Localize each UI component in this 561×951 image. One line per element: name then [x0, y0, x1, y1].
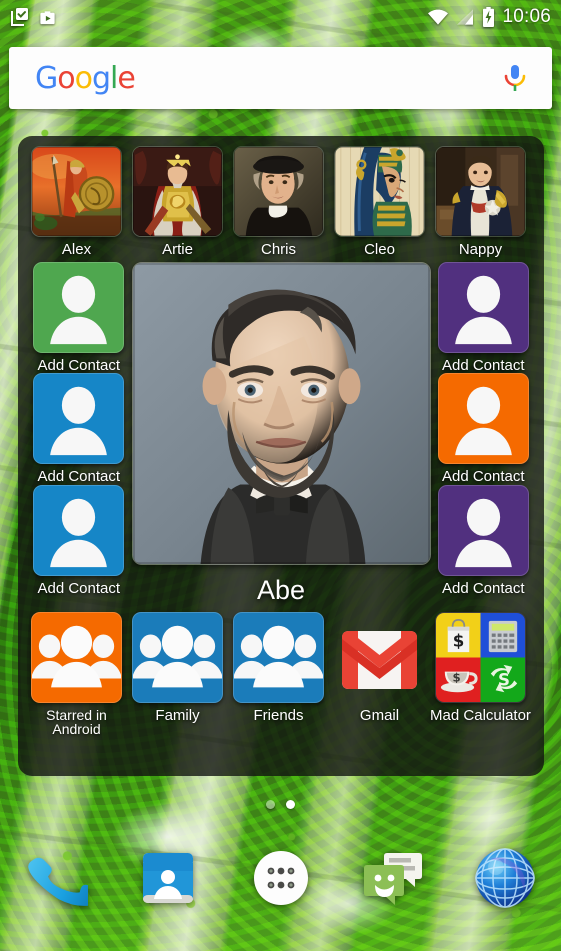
wifi-icon: [428, 9, 449, 25]
status-bar: 10:06: [0, 0, 561, 34]
phone-handset-icon[interactable]: [24, 846, 89, 910]
contact-shortcut-alex[interactable]: Alex: [26, 142, 127, 258]
globe-browser-icon[interactable]: [472, 845, 538, 911]
person-placeholder-icon[interactable]: [437, 373, 529, 465]
add-contact-tile-5[interactable]: Add Contact: [433, 373, 534, 485]
person-placeholder-icon[interactable]: [33, 373, 125, 465]
add-contact-tile-4[interactable]: Add Contact: [433, 261, 534, 374]
person-placeholder-icon[interactable]: [33, 484, 125, 576]
battery-charging-icon: [483, 7, 495, 27]
gmail-icon[interactable]: [334, 612, 425, 703]
add-contact-tile-3[interactable]: Add Contact: [28, 484, 129, 597]
app-shortcut-gmail[interactable]: Gmail: [329, 608, 430, 737]
person-placeholder-icon[interactable]: [437, 261, 529, 353]
add-contact-label: Add Contact: [37, 468, 121, 486]
add-contact-tile-6[interactable]: Add Contact: [433, 484, 534, 597]
person-placeholder-icon[interactable]: [437, 484, 529, 576]
google-logo: Google: [35, 60, 136, 96]
status-system-icons: 10:06: [427, 6, 551, 28]
featured-contact-abe[interactable]: Abe: [131, 261, 431, 606]
contact-label: Alex: [61, 241, 92, 258]
app-drawer-dots-icon[interactable]: [250, 847, 312, 909]
svg-text:$: $: [453, 631, 465, 650]
contact-photo-napoleon[interactable]: [435, 146, 526, 237]
status-clock: 10:06: [502, 6, 551, 27]
search-input[interactable]: [134, 68, 502, 88]
add-contact-label: Add Contact: [441, 579, 525, 597]
group-label: Family: [155, 706, 200, 724]
contact-photo-lincoln[interactable]: [131, 261, 431, 565]
work-playstore-icon: [40, 10, 55, 24]
dock: [0, 838, 561, 918]
app-label: Mad Calculator: [430, 706, 531, 724]
group-shortcut-friends[interactable]: Friends: [228, 608, 329, 737]
google-search-bar[interactable]: Google: [9, 47, 552, 109]
contact-group-icon[interactable]: [233, 611, 324, 703]
add-contact-right-column: Add Contact Add Contact Add Contact: [431, 261, 537, 606]
page-indicator: [0, 800, 561, 809]
add-contact-label: Add Contact: [441, 468, 525, 486]
status-notification-icons: [10, 7, 57, 27]
svg-text:$: $: [452, 670, 460, 684]
contacts-widget-panel: Alex Artie Chris Cleo Nappy Add Contact …: [18, 136, 544, 776]
contacts-bottom-row: Starred in Android Family Friends Gmail …: [26, 608, 536, 737]
contact-label: Cleo: [364, 241, 395, 258]
contact-group-icon[interactable]: [132, 611, 223, 703]
group-label: Friends: [253, 706, 304, 724]
add-contact-tile-2[interactable]: Add Contact: [28, 373, 129, 485]
contact-photo-arthur[interactable]: [132, 146, 223, 237]
app-label: Gmail: [359, 706, 400, 724]
cell-signal-icon: [457, 9, 474, 25]
contact-photo-alexander[interactable]: [31, 146, 122, 237]
dock-item-app-drawer[interactable]: [224, 838, 336, 918]
contact-photo-columbus[interactable]: [233, 146, 324, 237]
contact-shortcut-cleo[interactable]: Cleo: [329, 142, 430, 258]
page-dot-2[interactable]: [286, 800, 295, 809]
group-shortcut-starred[interactable]: Starred in Android: [26, 608, 127, 737]
contacts-card-icon[interactable]: [137, 847, 199, 909]
svg-text:S: S: [498, 670, 510, 689]
contact-label: Nappy: [458, 241, 503, 258]
task-checkbox-icon: [11, 8, 28, 26]
featured-contact-label: Abe: [256, 574, 306, 605]
dock-item-contacts[interactable]: [112, 838, 224, 918]
messaging-smiley-icon[interactable]: [361, 847, 425, 909]
contact-shortcut-nappy[interactable]: Nappy: [430, 142, 531, 258]
contact-label: Chris: [260, 241, 296, 258]
app-shortcut-mad-calculator[interactable]: $ $ S Mad Calculator: [430, 608, 531, 737]
add-contact-left-column: Add Contact Add Contact Add Contact: [26, 261, 132, 606]
microphone-icon[interactable]: [502, 63, 528, 93]
dock-item-messaging[interactable]: [337, 838, 449, 918]
person-placeholder-icon[interactable]: [33, 261, 125, 353]
dock-item-phone[interactable]: [0, 838, 112, 918]
contact-shortcut-chris[interactable]: Chris: [228, 142, 329, 258]
page-dot-1[interactable]: [266, 800, 275, 809]
contact-label: Artie: [162, 241, 193, 258]
group-label: Starred in Android: [46, 706, 107, 738]
contacts-top-row: Alex Artie Chris Cleo Nappy: [26, 142, 536, 258]
dock-item-browser[interactable]: [449, 838, 561, 918]
group-shortcut-family[interactable]: Family: [127, 608, 228, 737]
add-contact-label: Add Contact: [37, 579, 121, 597]
contact-shortcut-artie[interactable]: Artie: [127, 142, 228, 258]
add-contact-label: Add Contact: [441, 356, 525, 374]
add-contact-tile-1[interactable]: Add Contact: [28, 261, 129, 374]
mad-calculator-icon[interactable]: $ $ S: [435, 611, 526, 703]
add-contact-label: Add Contact: [37, 356, 121, 374]
contact-photo-cleopatra[interactable]: [334, 146, 425, 237]
contacts-middle-row: Add Contact Add Contact Add Contact Abe …: [26, 261, 537, 606]
contact-group-icon[interactable]: [31, 611, 122, 703]
